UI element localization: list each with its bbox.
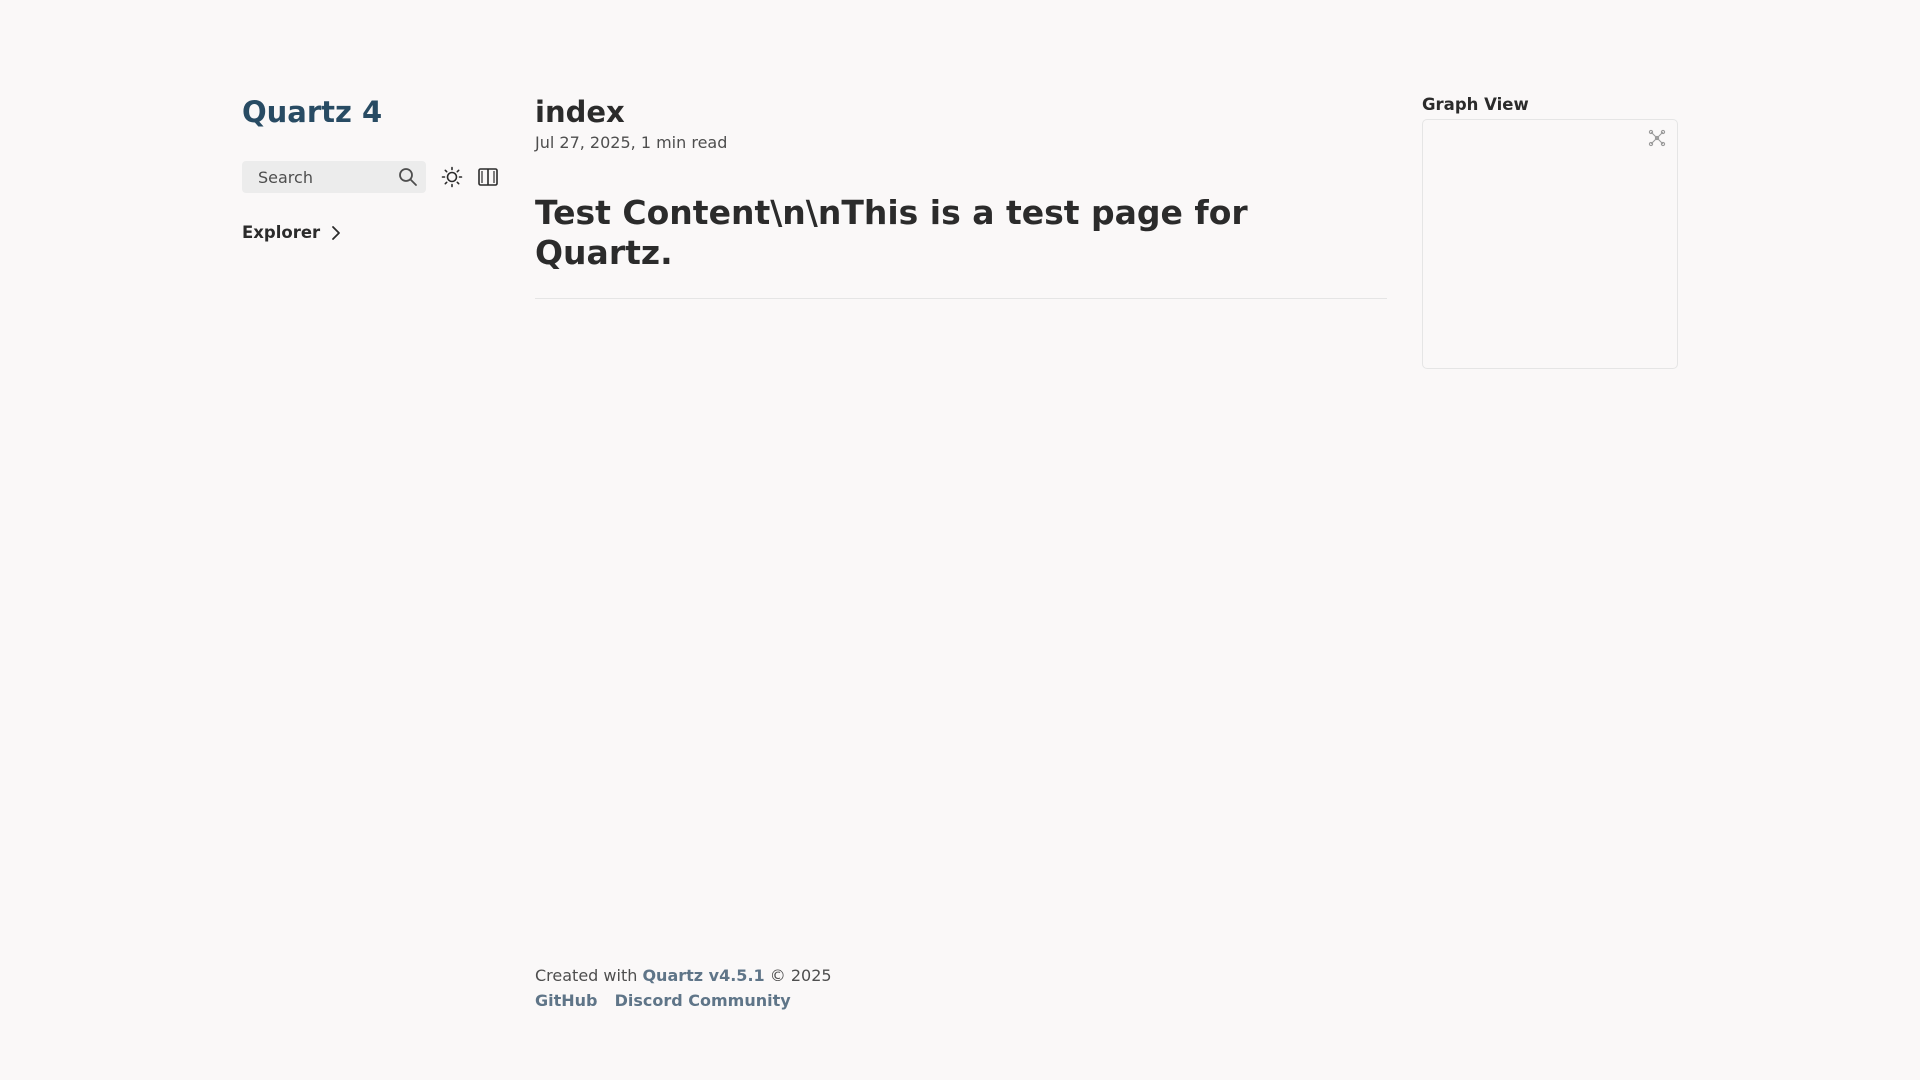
sidebar-tools: Search [242, 161, 512, 193]
sun-icon [441, 166, 463, 188]
reading-time: 1 min read [640, 133, 728, 152]
search-icon [399, 168, 417, 186]
footer-credit: Created with Quartz v4.5.1 © 2025 [535, 966, 832, 986]
footer-prefix: Created with [535, 966, 638, 985]
book-icon [478, 168, 498, 186]
darkmode-toggle[interactable] [440, 165, 464, 189]
content-heading: Test Content\n\nThis is a test page for … [535, 193, 1248, 272]
left-sidebar: Quartz 4 Search Explorer [242, 92, 512, 242]
quartz-link[interactable]: Quartz v4.5.1 [642, 966, 764, 985]
article-date: Jul 27, 2025 [535, 133, 631, 152]
search-label: Search [258, 167, 313, 187]
reader-mode-toggle[interactable] [476, 165, 500, 189]
github-link[interactable]: GitHub [535, 991, 598, 1010]
graph-view-canvas[interactable] [1422, 119, 1678, 369]
explorer-toggle[interactable]: Explorer [242, 223, 512, 242]
right-sidebar: Graph View [1422, 94, 1678, 369]
global-graph-icon[interactable] [1647, 128, 1667, 148]
discord-link[interactable]: Discord Community [615, 991, 791, 1010]
article-meta: Jul 27, 2025, 1 min read [535, 133, 1387, 153]
footer-copyright: © 2025 [769, 966, 832, 985]
page-title: index [535, 95, 625, 129]
site-title[interactable]: Quartz 4 [242, 92, 512, 132]
meta-separator: , [630, 133, 641, 152]
chevron-right-icon [332, 225, 341, 240]
footer-links: GitHub Discord Community [535, 991, 832, 1011]
explorer-label: Explorer [242, 223, 321, 242]
main-content: index Jul 27, 2025, 1 min read Test Cont… [535, 92, 1387, 273]
content-divider [535, 298, 1387, 299]
footer: Created with Quartz v4.5.1 © 2025 GitHub… [535, 966, 832, 1011]
graph-view-title: Graph View [1422, 95, 1529, 114]
search-button[interactable]: Search [242, 161, 426, 193]
page: Quartz 4 Search Explorer index Jul 27, 2… [0, 0, 1920, 1080]
